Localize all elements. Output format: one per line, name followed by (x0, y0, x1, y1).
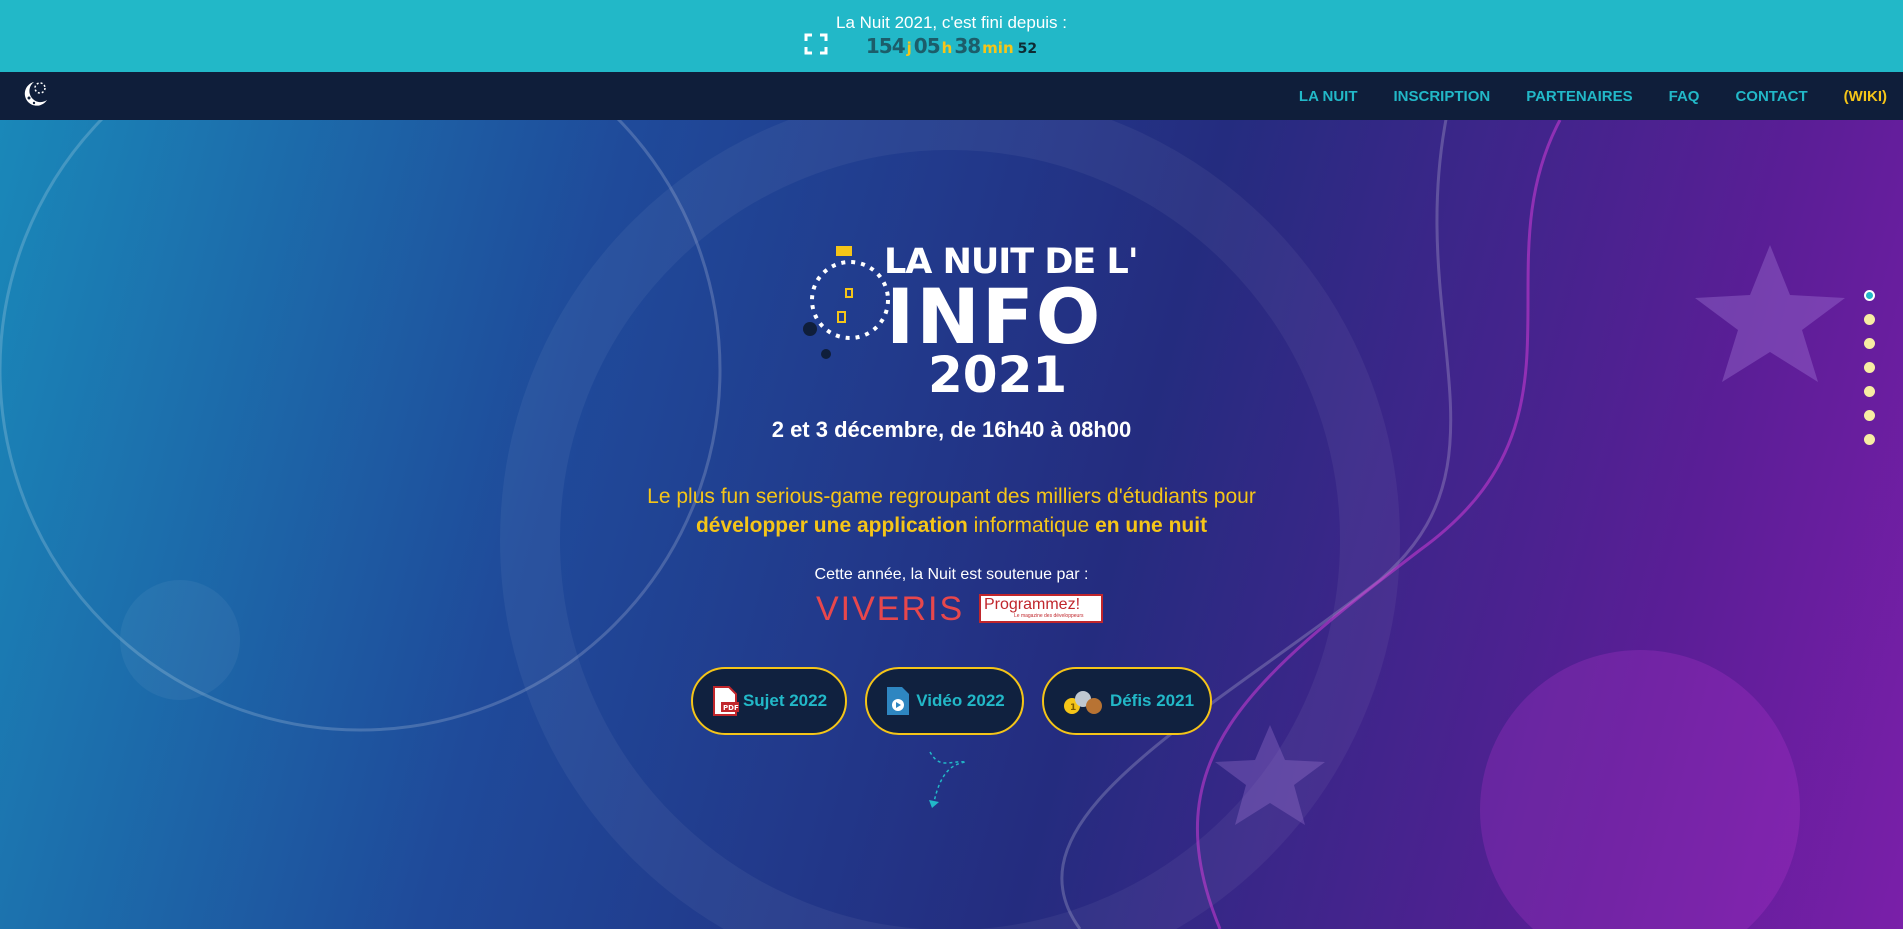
countdown-hours: 05 (913, 34, 941, 58)
svg-text:PDF: PDF (723, 704, 739, 712)
video-2022-button[interactable]: Vidéo 2022 (865, 667, 1024, 735)
tagline-middle: informatique (967, 514, 1096, 537)
countdown-minutes-unit: min (982, 39, 1014, 57)
tagline: Le plus fun serious-game regroupant des … (0, 482, 1903, 540)
svg-text:1: 1 (1070, 703, 1076, 713)
section-dot-5[interactable] (1864, 386, 1875, 397)
countdown-seconds: 52 (1017, 41, 1038, 57)
nav-item-partenaires[interactable]: PARTENAIRES (1526, 88, 1632, 105)
moon-logo-icon[interactable] (20, 76, 50, 110)
nav-item-contact[interactable]: CONTACT (1735, 88, 1807, 105)
video-2022-label: Vidéo 2022 (916, 691, 1005, 710)
sponsor-label: Cette année, la Nuit est soutenue par : (814, 566, 1089, 583)
nav-item-la-nuit[interactable]: LA NUIT (1299, 88, 1358, 105)
section-dots-nav (1864, 290, 1878, 458)
tagline-line2: développer une application informatique … (0, 511, 1903, 540)
hero-section: LA NUIT DE L' INFO 2021 2 et 3 décembre,… (0, 120, 1903, 929)
scroll-down-arrow-icon[interactable] (920, 750, 980, 820)
event-dates: 2 et 3 décembre, de 16h40 à 08h00 (771, 417, 1132, 442)
sujet-2022-button[interactable]: PDF Sujet 2022 (691, 667, 847, 735)
countdown-title: La Nuit 2021, c'est fini depuis : (836, 13, 1067, 32)
tagline-bold-1: développer une application (695, 514, 968, 537)
programmez-name: Programmez! (984, 596, 1081, 613)
countdown-minutes: 38 (954, 34, 981, 58)
nav-item-inscription[interactable]: INSCRIPTION (1394, 88, 1491, 105)
medals-icon: 1 (1063, 691, 1102, 714)
video-icon (887, 687, 910, 715)
top-navbar: LA NUIT INSCRIPTION PARTENAIRES FAQ CONT… (0, 72, 1903, 120)
nav-menu: LA NUIT INSCRIPTION PARTENAIRES FAQ CONT… (1299, 72, 1903, 120)
sujet-2022-label: Sujet 2022 (742, 691, 828, 710)
logo-year: 2021 (928, 346, 1068, 404)
tagline-line1: Le plus fun serious-game regroupant des … (647, 485, 1256, 508)
countdown-days: 154 (865, 34, 906, 58)
section-dot-2[interactable] (1864, 314, 1875, 325)
defis-2021-button[interactable]: 1 Défis 2021 (1042, 667, 1212, 735)
section-dot-1[interactable] (1864, 290, 1875, 301)
section-dot-7[interactable] (1864, 434, 1875, 445)
sponsor-programmez-logo[interactable]: Programmez! Le magazine des développeurs (979, 594, 1103, 623)
section-dot-4[interactable] (1864, 362, 1875, 373)
defis-2021-label: Défis 2021 (1109, 691, 1195, 710)
nav-item-wiki[interactable]: (WIKI) (1844, 88, 1887, 105)
sponsor-viveris-logo[interactable]: VIVERIS (816, 591, 966, 627)
countdown-banner: La Nuit 2021, c'est fini depuis : 154 j 05… (0, 0, 1903, 72)
section-dot-6[interactable] (1864, 410, 1875, 421)
pdf-icon: PDF (712, 686, 739, 716)
nav-item-faq[interactable]: FAQ (1669, 88, 1700, 105)
section-dot-3[interactable] (1864, 338, 1875, 349)
tagline-bold-2: en une nuit (1095, 514, 1208, 537)
countdown-hours-unit: h (941, 39, 953, 57)
countdown-timer: 154 j 05 h 38 min 52 (0, 34, 1903, 58)
programmez-tagline: Le magazine des développeurs (1014, 613, 1084, 619)
countdown-days-unit: j (906, 39, 912, 57)
